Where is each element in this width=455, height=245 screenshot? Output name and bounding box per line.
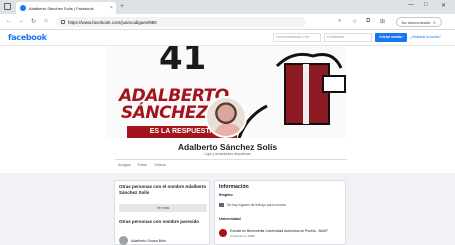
forward-icon[interactable]: → [18, 18, 24, 24]
tab-friends[interactable]: Amigos [118, 163, 131, 167]
employment-heading: Empleo [219, 193, 233, 197]
favorite-icon[interactable]: ☆ [352, 18, 357, 25]
browser-tab-bar: Adalberto Sánchez Solís | Facebook × + —… [0, 0, 455, 14]
extensions-icon[interactable]: ⊞ [380, 18, 385, 25]
divider [115, 159, 347, 160]
similar-names-title: Otras personas con nombre parecido [119, 219, 200, 224]
facebook-header: facebook Correo electrónico o tel Contra… [0, 30, 455, 46]
window-menu-icon[interactable] [4, 3, 11, 10]
facebook-favicon-icon [20, 5, 26, 11]
other-people-title: Otras personas con el nombre Adalberto S… [119, 184, 207, 195]
minimize-icon[interactable]: — [408, 2, 414, 8]
employment-row: No hay lugares de trabajo para mostrar [219, 203, 286, 207]
zoom-icon[interactable]: ⌕ [338, 18, 341, 25]
maximize-icon[interactable]: □ [424, 2, 428, 8]
list-item[interactable]: Adalberto Sousa Brito [119, 236, 166, 245]
facebook-logo[interactable]: facebook [8, 33, 47, 42]
new-tab-icon[interactable]: + [120, 3, 124, 10]
briefcase-icon [219, 203, 224, 207]
window-close-icon[interactable]: ✕ [441, 2, 446, 9]
tab-videos[interactable]: Videos [154, 163, 166, 167]
person-name: Adalberto Sousa Brito [131, 238, 166, 243]
employment-value: No hay lugares de trabajo para mostrar [227, 203, 286, 207]
other-people-card: Otras personas con el nombre Adalberto S… [114, 180, 210, 245]
profile-button[interactable]: No sincronizado ☺ [396, 17, 442, 27]
home-icon[interactable]: ⌂ [44, 18, 48, 24]
profile-header: 41 ADALBERTO SÁNCHEZ ES LA RESPUESTA Ada… [0, 46, 455, 173]
university-start: Comenzó en 1998 [230, 234, 255, 239]
info-title: Información [219, 184, 249, 190]
address-bar[interactable]: https://www.facebook.com/juancodigues/98… [56, 17, 306, 27]
avatar-shirt [215, 124, 241, 136]
avatar-icon: ☺ [432, 19, 437, 25]
tab-title: Adalberto Sánchez Solís | Facebook [29, 5, 94, 11]
profile-tabs: Amigos Fotos Videos [118, 163, 166, 167]
tab-photos[interactable]: Fotos [138, 163, 148, 167]
browser-tab[interactable]: Adalberto Sánchez Solís | Facebook × [16, 2, 116, 14]
university-logo-icon [219, 229, 227, 237]
lock-icon [61, 20, 65, 24]
university-name[interactable]: Estudió en Benemérita Universidad Autóno… [230, 229, 338, 233]
close-tab-icon[interactable]: × [110, 5, 113, 11]
cartoon-character-illustration [237, 52, 346, 138]
login-button[interactable]: Iniciar sesión [375, 33, 407, 42]
browser-nav-bar: ← → ↻ ⌂ https://www.facebook.com/juancod… [0, 14, 455, 30]
email-field[interactable]: Correo electrónico o tel [273, 33, 321, 42]
profile-label: No sincronizado [401, 19, 431, 25]
avatar[interactable] [205, 96, 247, 138]
cover-number: 41 [159, 46, 207, 78]
person-avatar [119, 236, 128, 245]
refresh-icon[interactable]: ↻ [31, 18, 36, 25]
collections-icon[interactable]: ⧉ [366, 18, 370, 25]
cover-name-line2: SÁNCHEZ [121, 103, 208, 123]
back-icon[interactable]: ← [6, 18, 12, 24]
university-row: Estudió en Benemérita Universidad Autóno… [219, 229, 338, 238]
page-category: Liga y actividades deportivas [204, 152, 251, 156]
university-heading: Universidad [219, 217, 241, 221]
info-card: Información Empleo No hay lugares de tra… [214, 180, 346, 245]
page-title: Adalberto Sánchez Solís [177, 142, 278, 152]
address-url: https://www.facebook.com/juancodigues/98… [68, 19, 157, 25]
forgot-account-link[interactable]: ¿Olvidaste la cuenta? [410, 35, 441, 39]
password-field[interactable]: Contraseña [324, 33, 372, 42]
see-more-button[interactable]: Ver más [119, 204, 207, 212]
